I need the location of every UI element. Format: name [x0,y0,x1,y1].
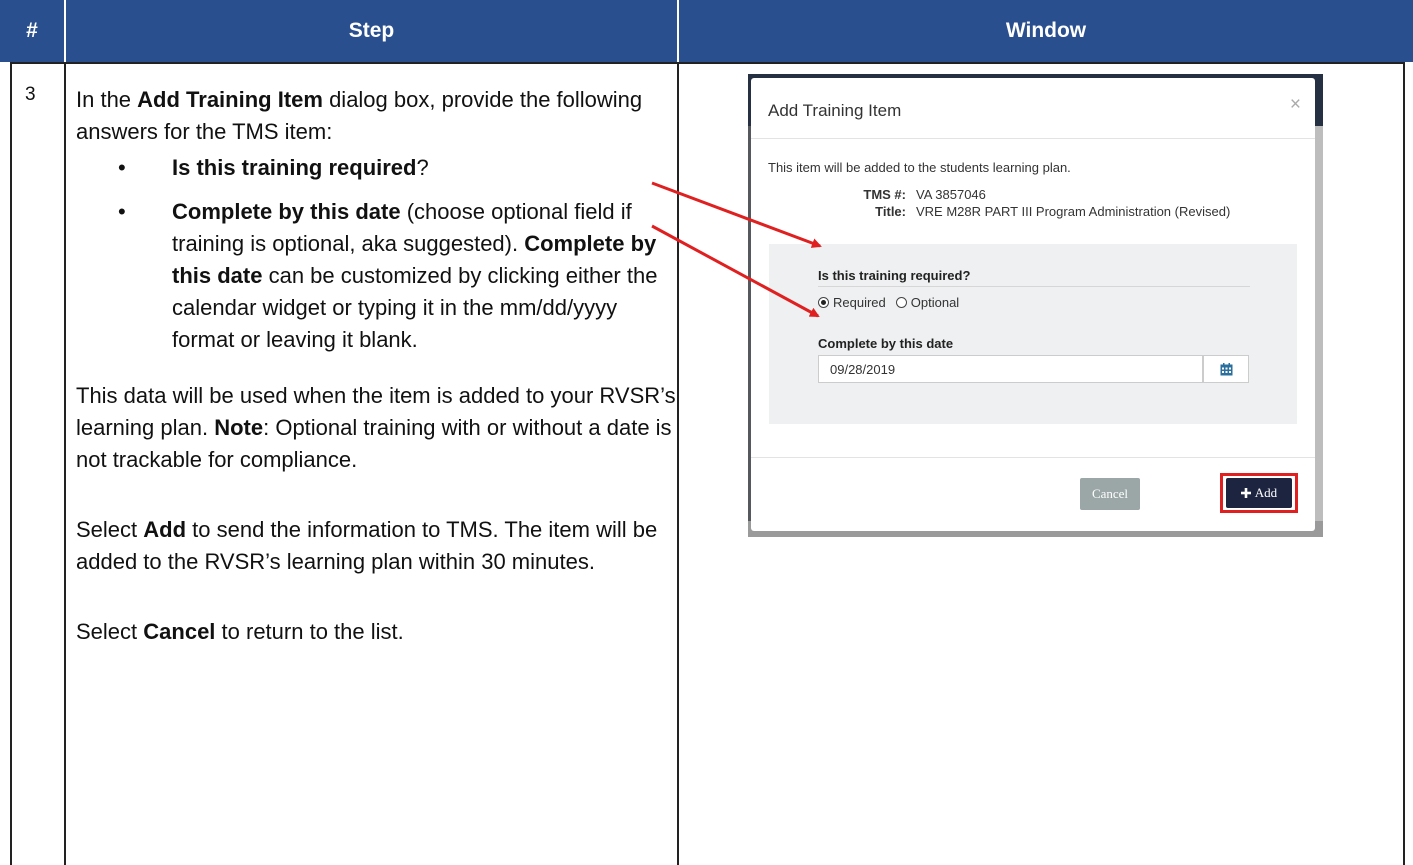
add-button[interactable]: Add [1226,478,1292,508]
dialog-title: Add Training Item [768,101,902,120]
dialog-screenshot: Add Training Item × This item will be ad… [748,74,1323,537]
add-training-dialog: Add Training Item × This item will be ad… [751,78,1315,531]
add-button-label: Add [1254,485,1278,500]
plus-icon [1240,488,1251,498]
add-paragraph: Select Add to send the information to TM… [76,517,658,574]
step-bullets: Is this training required? Complete by t… [76,152,676,356]
complete-date-label: Complete by this date [818,336,954,351]
cancel-paragraph: Select Cancel to return to the list. [76,619,404,644]
header-step: Step [66,0,677,62]
step-instructions: In the Add Training Item dialog box, pro… [76,84,676,648]
radio-optional[interactable] [895,297,907,308]
step-intro: In the Add Training Item dialog box, pro… [76,87,643,144]
header-window: Window [679,0,1413,62]
tms-number-label: TMS #: [863,187,906,202]
calendar-icon [1220,362,1232,375]
complete-date-input[interactable]: 09/28/2019 [818,355,1203,383]
form-panel: Is this training required? Required Opti… [769,244,1297,424]
table-border-right [1403,62,1405,865]
close-icon[interactable]: × [1290,94,1301,116]
table-border [64,62,66,865]
radio-required[interactable] [818,297,829,308]
step-number: 3 [25,84,36,105]
title-label: Title: [875,204,906,219]
divider [751,138,1315,139]
tms-number-value: VA 3857046 [916,187,986,202]
bullet-date: Complete by this date (choose optional f… [118,196,676,356]
divider [751,457,1315,458]
dialog-intro-text: This item will be added to the students … [768,160,1071,175]
required-question-label: Is this training required? [818,268,971,283]
radio-required-label: Required [833,295,886,310]
note-paragraph: This data will be used when the item is … [76,383,676,472]
divider [818,286,1250,287]
cancel-button[interactable]: Cancel [1080,478,1140,510]
table-border-top [10,62,1405,64]
required-radio-group: Required Optional [818,295,959,310]
title-value: VRE M28R PART III Program Administration… [916,204,1231,219]
bullet-required: Is this training required? [118,152,676,184]
calendar-button[interactable] [1203,355,1249,383]
table-border [677,62,679,865]
instruction-table: # Step Window 3 In the Add Training Item… [0,0,1413,865]
table-border-left [10,62,12,865]
header-number: # [0,0,64,62]
radio-optional-label: Optional [910,295,960,310]
